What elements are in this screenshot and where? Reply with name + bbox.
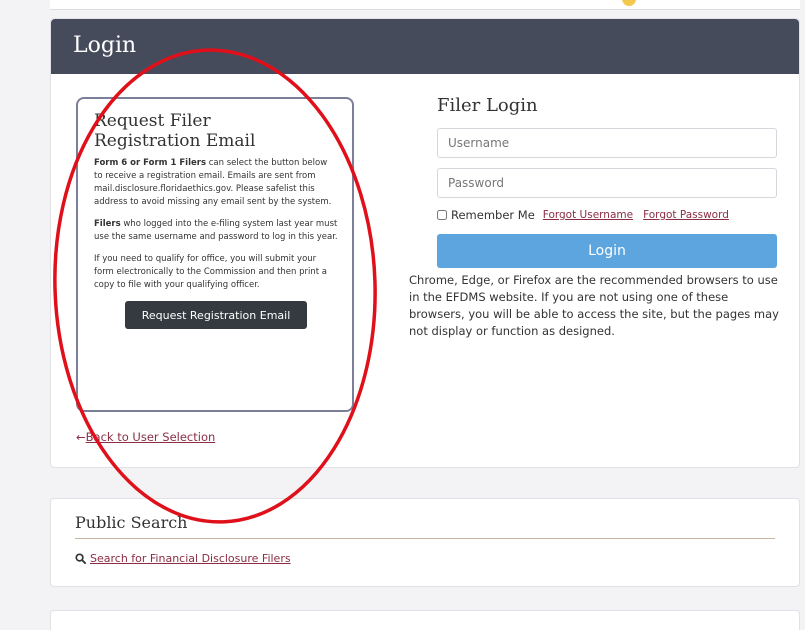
back-to-user-selection-link[interactable]: ←Back to User Selection <box>76 430 215 444</box>
login-card: Login Request Filer Registration Email F… <box>50 18 800 468</box>
back-link-label: Back to User Selection <box>85 430 216 444</box>
remember-me-checkbox[interactable] <box>437 210 447 220</box>
arrow-left-icon: ← <box>76 430 86 444</box>
request-box-para-2: Filers who logged into the e-filing syst… <box>94 218 338 244</box>
login-header: Login <box>51 19 799 74</box>
para1-bold: Form 6 or Form 1 Filers <box>94 158 207 168</box>
public-search-card: Public Search Search for Financial Discl… <box>50 498 800 587</box>
request-box-para-1: Form 6 or Form 1 Filers can select the b… <box>94 157 338 209</box>
forgot-password-link[interactable]: Forgot Password <box>643 209 729 221</box>
search-icon <box>75 553 86 564</box>
filer-login-section: Filer Login Remember Me Forgot Username … <box>409 95 779 340</box>
search-filers-link[interactable]: Search for Financial Disclosure Filers <box>90 552 291 565</box>
emoji-icon <box>622 0 636 6</box>
top-strip <box>50 0 800 10</box>
request-registration-email-button[interactable]: Request Registration Email <box>125 301 307 329</box>
filer-login-title: Filer Login <box>437 95 538 116</box>
remember-me-label: Remember Me <box>451 208 535 222</box>
request-box-title: Request Filer Registration Email <box>94 111 256 151</box>
login-button[interactable]: Login <box>437 234 777 268</box>
browser-note: Chrome, Edge, or Firefox are the recomme… <box>409 273 779 338</box>
search-link-row: Search for Financial Disclosure Filers <box>75 552 291 565</box>
request-registration-box: Request Filer Registration Email Form 6 … <box>76 97 354 412</box>
request-box-para-3: If you need to qualify for office, you w… <box>94 254 328 290</box>
remember-row: Remember Me Forgot Username Forgot Passw… <box>437 208 777 222</box>
para2-text: who logged into the e-filing system last… <box>94 219 338 242</box>
password-input[interactable] <box>437 168 777 198</box>
para2-bold: Filers <box>94 219 121 229</box>
bottom-card <box>50 610 800 630</box>
forgot-username-link[interactable]: Forgot Username <box>543 209 633 221</box>
username-input[interactable] <box>437 128 777 158</box>
public-search-title: Public Search <box>75 513 775 539</box>
